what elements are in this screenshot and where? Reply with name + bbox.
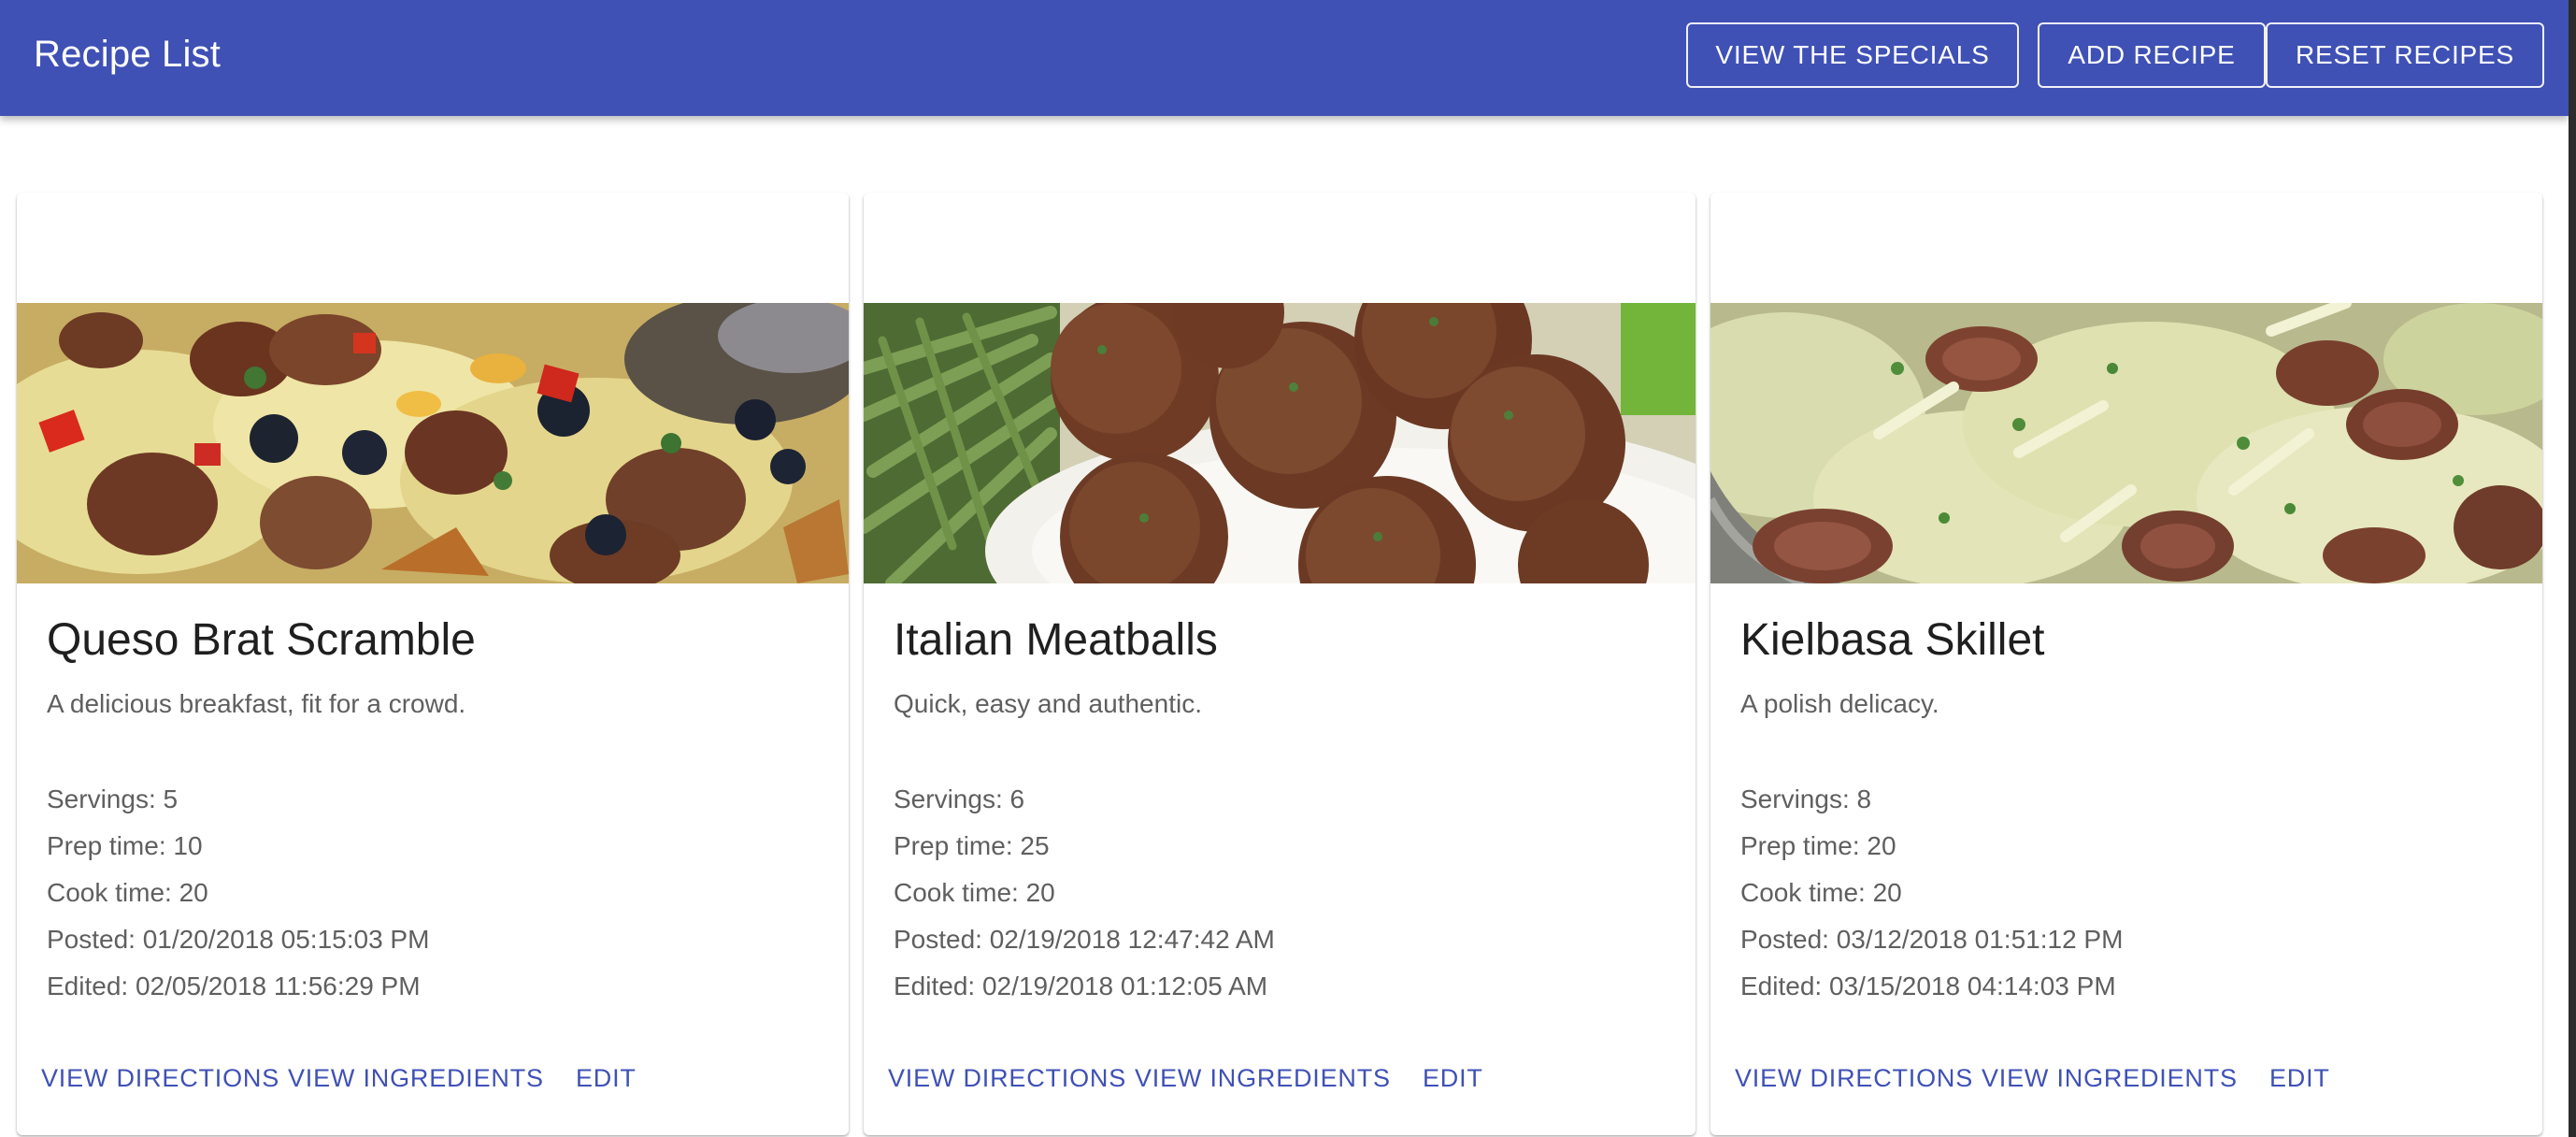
prep-time-text: Prep time: 10 — [47, 831, 203, 860]
servings-text: Servings: 8 — [1740, 784, 1872, 813]
view-ingredients-button[interactable]: VIEW INGREDIENTS — [1982, 1062, 2238, 1094]
recipe-photo — [17, 303, 849, 583]
posted-date-text: Posted: 01/20/2018 05:15:03 PM — [47, 925, 430, 954]
recipe-card: Kielbasa Skillet A polish delicacy. Serv… — [1710, 193, 2542, 1135]
view-specials-button[interactable]: VIEW THE SPECIALS — [1686, 22, 2019, 88]
app-bar: Recipe List VIEW THE SPECIALS ADD RECIPE… — [0, 0, 2569, 116]
view-ingredients-button[interactable]: VIEW INGREDIENTS — [1135, 1062, 1391, 1094]
add-recipe-button[interactable]: ADD RECIPE — [2038, 22, 2266, 88]
prep-time-text: Prep time: 20 — [1740, 831, 1896, 860]
edited-date-text: Edited: 02/19/2018 01:12:05 AM — [894, 971, 1268, 1000]
window-edge — [2569, 0, 2576, 1137]
recipe-meta: Servings: 5 Prep time: 10 Cook time: 20 … — [47, 784, 429, 1017]
recipe-image-kielbasa-skillet — [1710, 303, 2542, 583]
card-actions: VIEW DIRECTIONS VIEW INGREDIENTS EDIT — [1710, 1062, 2542, 1109]
recipe-title: Kielbasa Skillet — [1740, 615, 2045, 665]
posted-date-text: Posted: 02/19/2018 12:47:42 AM — [894, 925, 1275, 954]
reset-recipes-button[interactable]: RESET RECIPES — [2266, 22, 2544, 88]
edited-date-text: Edited: 02/05/2018 11:56:29 PM — [47, 971, 421, 1000]
recipe-photo — [864, 303, 1696, 583]
prep-time-text: Prep time: 25 — [894, 831, 1050, 860]
view-ingredients-button[interactable]: VIEW INGREDIENTS — [288, 1062, 544, 1094]
edit-recipe-button[interactable]: EDIT — [576, 1062, 637, 1094]
recipe-title: Queso Brat Scramble — [47, 615, 476, 665]
card-actions: VIEW DIRECTIONS VIEW INGREDIENTS EDIT — [864, 1062, 1696, 1109]
recipe-meta: Servings: 8 Prep time: 20 Cook time: 20 … — [1740, 784, 2123, 1017]
edited-date-text: Edited: 03/15/2018 04:14:03 PM — [1740, 971, 2116, 1000]
card-actions: VIEW DIRECTIONS VIEW INGREDIENTS EDIT — [17, 1062, 849, 1109]
recipe-meta: Servings: 6 Prep time: 25 Cook time: 20 … — [894, 784, 1275, 1017]
recipe-description: A delicious breakfast, fit for a crowd. — [47, 689, 466, 718]
recipe-description: A polish delicacy. — [1740, 689, 1939, 718]
recipe-image-queso-brat-scramble — [17, 303, 849, 583]
servings-text: Servings: 6 — [894, 784, 1025, 813]
servings-text: Servings: 5 — [47, 784, 179, 813]
recipe-image-italian-meatballs — [864, 303, 1696, 583]
edit-recipe-button[interactable]: EDIT — [2269, 1062, 2330, 1094]
view-directions-button[interactable]: VIEW DIRECTIONS — [888, 1062, 1126, 1094]
recipe-card: Queso Brat Scramble A delicious breakfas… — [17, 193, 849, 1135]
cook-time-text: Cook time: 20 — [894, 878, 1055, 907]
edit-recipe-button[interactable]: EDIT — [1423, 1062, 1483, 1094]
recipe-description: Quick, easy and authentic. — [894, 689, 1202, 718]
app-title: Recipe List — [34, 34, 222, 75]
posted-date-text: Posted: 03/12/2018 01:51:12 PM — [1740, 925, 2124, 954]
view-directions-button[interactable]: VIEW DIRECTIONS — [41, 1062, 279, 1094]
recipe-card: Italian Meatballs Quick, easy and authen… — [864, 193, 1696, 1135]
recipe-title: Italian Meatballs — [894, 615, 1218, 665]
cook-time-text: Cook time: 20 — [1740, 878, 1902, 907]
recipe-photo — [1710, 303, 2542, 583]
cook-time-text: Cook time: 20 — [47, 878, 208, 907]
view-directions-button[interactable]: VIEW DIRECTIONS — [1735, 1062, 1973, 1094]
